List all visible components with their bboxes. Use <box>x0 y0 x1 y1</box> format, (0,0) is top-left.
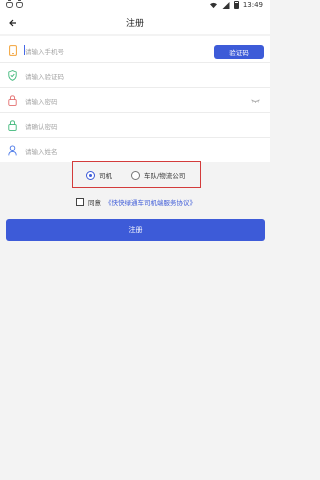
agreement-checkbox[interactable] <box>76 198 84 206</box>
role-selector: 司机 车队/物流公司 <box>72 161 201 188</box>
phone-input[interactable]: 请输入手机号 <box>25 46 64 56</box>
radio-unselected-icon <box>131 170 140 180</box>
bug-icon <box>16 0 23 8</box>
phone-icon <box>8 44 17 56</box>
title-bar: 注册 <box>0 12 270 34</box>
lock-icon <box>8 94 17 106</box>
user-icon <box>8 144 17 156</box>
signal-icon <box>222 1 230 9</box>
role-option-label: 车队/物流公司 <box>144 172 186 180</box>
eye-closed-icon[interactable] <box>251 99 260 103</box>
role-option-fleet[interactable]: 车队/物流公司 <box>131 170 185 180</box>
status-time: 13:49 <box>242 1 263 9</box>
bug-icon <box>6 0 13 8</box>
name-row[interactable]: 请输入姓名 <box>0 138 270 163</box>
name-input[interactable]: 请输入姓名 <box>25 146 58 156</box>
lock-icon <box>8 119 17 131</box>
password-row[interactable]: 请输入密码 <box>0 88 270 113</box>
confirm-password-input[interactable]: 请确认密码 <box>25 121 58 131</box>
status-bar: 13:49 <box>0 0 270 12</box>
code-input[interactable]: 请输入验证码 <box>25 71 64 81</box>
role-option-driver[interactable]: 司机 <box>86 170 112 180</box>
battery-icon <box>233 1 239 9</box>
page-title: 注册 <box>125 19 144 29</box>
code-row[interactable]: 请输入验证码 <box>0 63 270 88</box>
agreement-link[interactable]: 《快快绿通车司机端服务协议》 <box>105 197 196 207</box>
agreement-prefix: 同意 <box>88 199 101 207</box>
phone-row[interactable]: 请输入手机号 验证码 <box>0 38 270 63</box>
wifi-icon <box>209 2 217 8</box>
role-option-label: 司机 <box>99 172 112 180</box>
status-left-icons <box>6 0 23 8</box>
shield-check-icon <box>8 69 17 81</box>
get-code-button[interactable]: 验证码 <box>214 45 264 59</box>
confirm-password-row[interactable]: 请确认密码 <box>0 113 270 138</box>
radio-selected-icon <box>86 170 95 180</box>
status-right-icons: 13:49 <box>209 1 263 9</box>
register-button[interactable]: 注册 <box>6 219 265 241</box>
register-form: 请输入手机号 验证码 请输入验证码 请输入密码 请确认密码 请输入姓名 <box>0 36 270 162</box>
agreement-row: 同意 《快快绿通车司机端服务协议》 <box>76 197 196 207</box>
password-input[interactable]: 请输入密码 <box>25 96 58 106</box>
